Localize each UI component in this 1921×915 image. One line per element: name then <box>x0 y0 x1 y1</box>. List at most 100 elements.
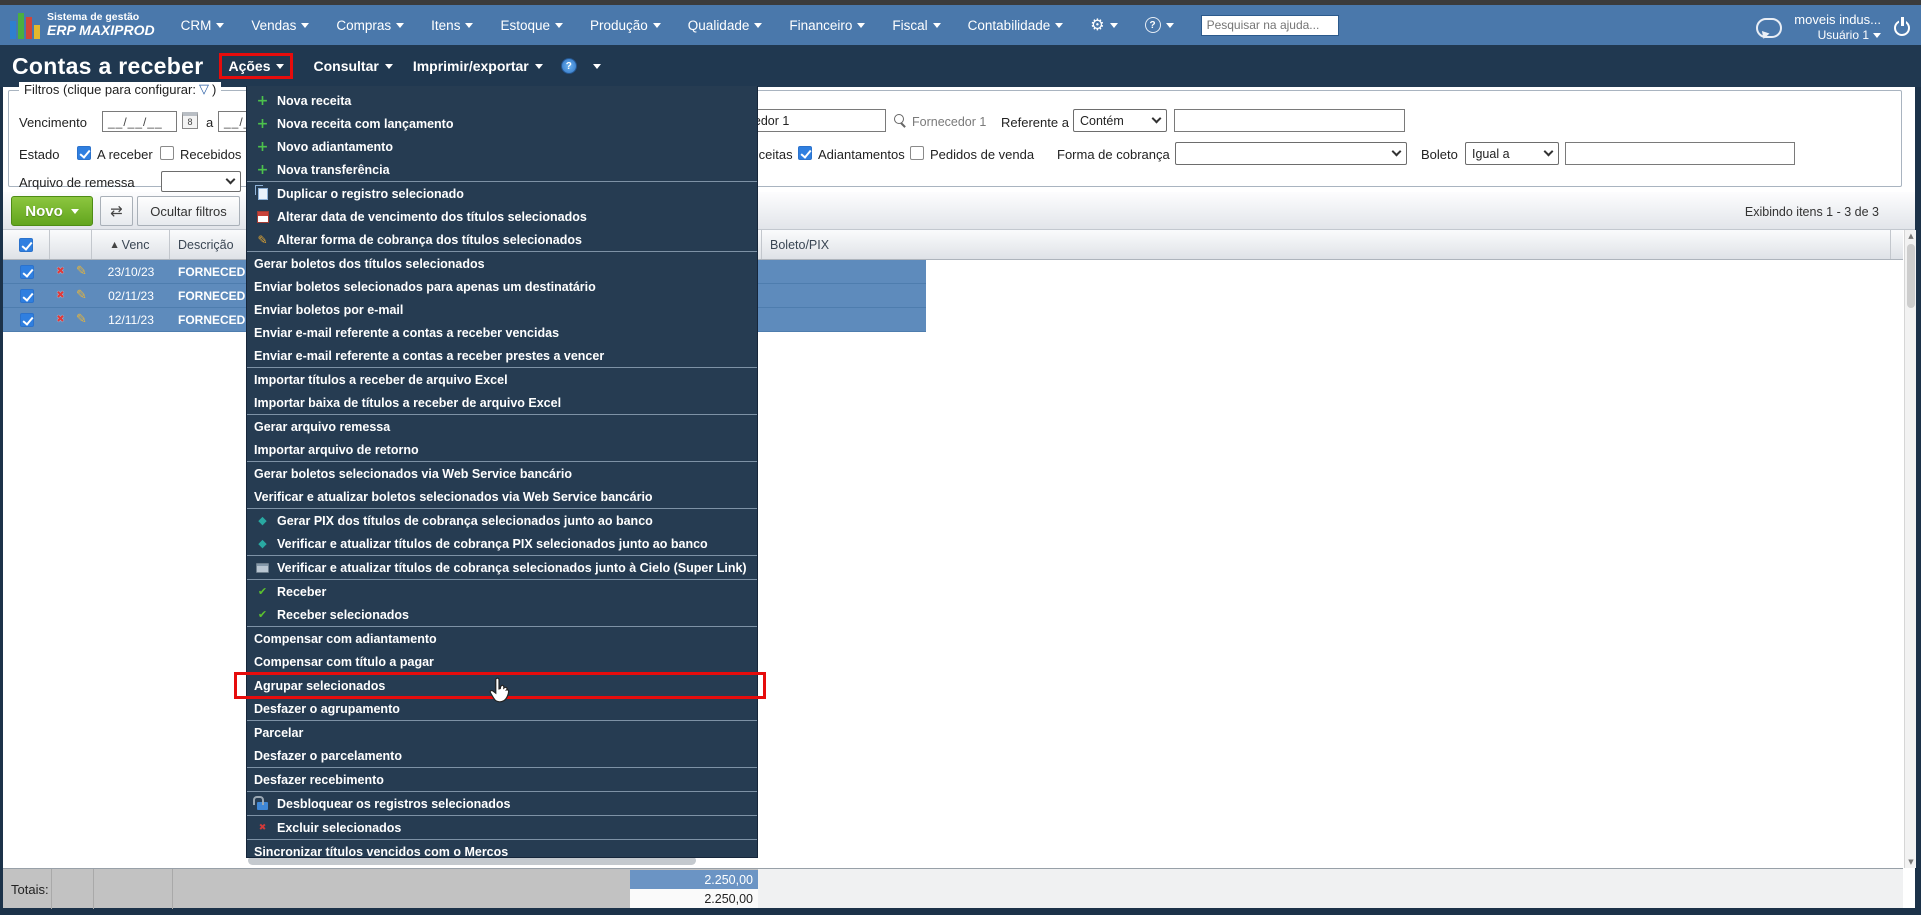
chevron-down-icon <box>1151 113 1162 124</box>
menu-item-boletos-webservice[interactable]: Gerar boletos selecionados via Web Servi… <box>247 462 757 485</box>
help-menu[interactable]: ? <box>1144 17 1174 33</box>
menu-item-desfazer-recebimento[interactable]: Desfazer recebimento <box>247 768 757 791</box>
vertical-scrollbar-thumb[interactable] <box>1907 244 1915 308</box>
account-info[interactable]: moveis indus... Usuário 1 <box>1794 12 1881 43</box>
row-checkbox[interactable] <box>19 288 34 303</box>
menu-item-enviar-boletos-email[interactable]: Enviar boletos por e-mail <box>247 298 757 321</box>
menu-item-receber[interactable]: ✔ Receber <box>247 580 757 603</box>
recebidos-checkbox[interactable] <box>160 146 174 160</box>
menu-item-email-vencidas[interactable]: Enviar e-mail referente a contas a receb… <box>247 321 757 344</box>
chevron-down-icon <box>225 174 236 185</box>
menu-item-compensar-adiantamento[interactable]: Compensar com adiantamento <box>247 627 757 650</box>
menu-item-nova-receita-lancamento[interactable]: + Nova receita com lançamento <box>247 112 757 135</box>
delete-x-icon: ✖ <box>258 822 267 833</box>
menu-item-importar-titulos-excel[interactable]: Importar títulos a receber de arquivo Ex… <box>247 368 757 391</box>
chevron-down-icon <box>70 208 79 218</box>
nav-item-contabilidade[interactable]: Contabilidade <box>968 18 1064 33</box>
consultar-menu-button[interactable]: Consultar <box>313 58 393 74</box>
nav-item-itens[interactable]: Itens <box>431 18 474 33</box>
menu-item-importar-retorno[interactable]: Importar arquivo de retorno <box>247 438 757 461</box>
boleto-operator-select[interactable]: Igual a <box>1465 142 1559 165</box>
novo-button[interactable]: Novo <box>11 196 93 226</box>
row-checkbox[interactable] <box>19 264 34 279</box>
menu-item-importar-baixa-excel[interactable]: Importar baixa de títulos a receber de a… <box>247 391 757 414</box>
delete-row-icon[interactable]: ✖ <box>56 290 64 301</box>
menu-item-novo-adiantamento[interactable]: + Novo adiantamento <box>247 135 757 158</box>
forma-cobranca-select[interactable] <box>1175 142 1407 165</box>
search-icon[interactable] <box>893 113 908 128</box>
edit-row-icon[interactable]: ✎ <box>76 264 87 279</box>
menu-item-nova-receita[interactable]: + Nova receita <box>247 89 757 112</box>
menu-item-receber-selecionados[interactable]: ✔ Receber selecionados <box>247 603 757 626</box>
nav-item-compras[interactable]: Compras <box>336 18 405 33</box>
referente-value-input[interactable] <box>1174 109 1405 132</box>
chevron-down-icon[interactable] <box>592 63 601 73</box>
menu-item-gerar-boletos[interactable]: Gerar boletos dos títulos selecionados <box>247 252 757 275</box>
adiantamentos-checkbox[interactable] <box>798 146 812 160</box>
menu-item-verificar-cielo[interactable]: Verificar e atualizar títulos de cobranç… <box>247 556 757 579</box>
nav-item-vendas[interactable]: Vendas <box>251 18 310 33</box>
page-help-icon[interactable]: ? <box>560 58 577 74</box>
select-all-checkbox[interactable] <box>19 237 33 252</box>
nav-item-fiscal[interactable]: Fiscal <box>892 18 941 33</box>
menu-item-gerar-remessa[interactable]: Gerar arquivo remessa <box>247 415 757 438</box>
referente-operator-select[interactable]: Contém <box>1073 109 1167 132</box>
scroll-up-arrow[interactable]: ▲ <box>1905 230 1917 242</box>
menu-item-gerar-pix[interactable]: ◆ Gerar PIX dos títulos de cobrança selec… <box>247 509 757 532</box>
menu-item-parcelar[interactable]: Parcelar <box>247 721 757 744</box>
nav-item-qualidade[interactable]: Qualidade <box>688 18 763 33</box>
filter-funnel-icon: ▽ <box>198 82 209 97</box>
ocultar-filtros-button[interactable]: Ocultar filtros <box>137 196 240 226</box>
vencimento-from-input[interactable]: __/__/__ <box>102 111 177 132</box>
refresh-button[interactable]: ⇄ <box>100 196 133 226</box>
row-checkbox[interactable] <box>19 312 34 327</box>
items-count-status: Exibindo itens 1 - 3 de 3 <box>1744 205 1879 219</box>
chevron-down-icon <box>652 22 661 32</box>
boleto-pix-column-header[interactable]: Boleto/PIX <box>762 230 1891 259</box>
vertical-scrollbar[interactable]: ▲ ▼ <box>1904 230 1916 868</box>
menu-item-sincronizar-mercos[interactable]: Sincronizar títulos vencidos com o Merco… <box>247 840 757 863</box>
settings-menu[interactable]: ⚙ <box>1090 17 1118 33</box>
scroll-down-arrow[interactable]: ▼ <box>1905 856 1917 868</box>
calendar-icon[interactable]: 8 <box>182 112 198 129</box>
venc-column-header[interactable]: ▲ Venc <box>92 230 170 259</box>
menu-item-alterar-data[interactable]: Alterar data de vencimento dos títulos s… <box>247 205 757 228</box>
chevron-down-icon <box>534 63 543 73</box>
chat-bubble-icon[interactable] <box>1756 17 1783 38</box>
boleto-label: Boleto <box>1421 147 1458 162</box>
imprimir-exportar-menu-button[interactable]: Imprimir/exportar <box>413 58 543 74</box>
nav-item-financeiro[interactable]: Financeiro <box>789 18 866 33</box>
app-logo[interactable]: Sistema de gestão ERP MAXIPROD <box>10 11 155 39</box>
acoes-menu-button[interactable]: Ações <box>219 53 294 79</box>
filters-legend[interactable]: Filtros (clique para configurar: ▽ ) <box>19 82 222 97</box>
chevron-down-icon <box>276 63 285 73</box>
help-icon: ? <box>1144 17 1161 33</box>
delete-row-icon[interactable]: ✖ <box>56 266 64 277</box>
range-separator: a <box>206 115 214 130</box>
nav-item-estoque[interactable]: Estoque <box>500 18 563 33</box>
menu-item-verificar-boletos-webservice[interactable]: Verificar e atualizar boletos selecionad… <box>247 485 757 508</box>
menu-item-duplicar[interactable]: Duplicar o registro selecionado <box>247 182 757 205</box>
menu-item-alterar-forma[interactable]: ✎ Alterar forma de cobrança dos títulos s… <box>247 228 757 251</box>
help-search-input[interactable] <box>1200 14 1339 36</box>
delete-row-icon[interactable]: ✖ <box>56 314 64 325</box>
edit-row-icon[interactable]: ✎ <box>76 288 87 303</box>
menu-item-desbloquear[interactable]: Desbloquear os registros selecionados <box>247 792 757 815</box>
plus-icon: + <box>256 138 269 155</box>
menu-item-excluir-selecionados[interactable]: ✖ Excluir selecionados <box>247 816 757 839</box>
edit-row-icon[interactable]: ✎ <box>76 312 87 327</box>
menu-item-nova-transferencia[interactable]: + Nova transferência <box>247 158 757 181</box>
nav-item-producao[interactable]: Produção <box>590 18 661 33</box>
menu-item-enviar-boletos-destinatario[interactable]: Enviar boletos selecionados para apenas … <box>247 275 757 298</box>
arquivo-remessa-select[interactable] <box>161 171 241 192</box>
pedidos-venda-checkbox[interactable] <box>910 146 924 160</box>
menu-item-compensar-titulo-pagar[interactable]: Compensar com título a pagar <box>247 650 757 673</box>
menu-item-desfazer-parcelamento[interactable]: Desfazer o parcelamento <box>247 744 757 767</box>
menu-item-email-prestes-vencer[interactable]: Enviar e-mail referente a contas a receb… <box>247 344 757 367</box>
a-receber-checkbox[interactable] <box>77 146 91 160</box>
logout-power-icon[interactable] <box>1893 16 1911 37</box>
calendar-icon <box>256 210 269 223</box>
nav-item-crm[interactable]: CRM <box>181 18 225 33</box>
boleto-value-input[interactable] <box>1565 142 1795 165</box>
menu-item-verificar-pix[interactable]: ◆ Verificar e atualizar títulos de cobran… <box>247 532 757 555</box>
